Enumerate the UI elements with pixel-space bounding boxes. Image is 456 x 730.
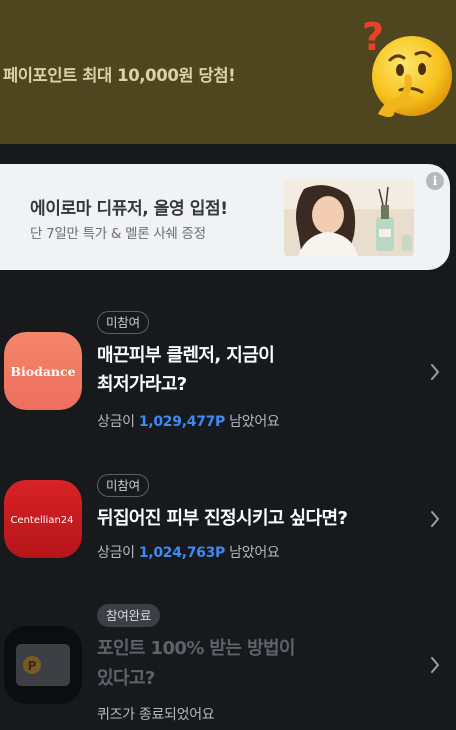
top-promo-banner[interactable]: 페이포인트 최대 10,000원 당첨! ?	[0, 0, 456, 144]
quiz-list-page: 페이포인트 최대 10,000원 당첨! ? 에이로마 디퓨저, 올영 입점! …	[0, 0, 456, 730]
prize-prefix: 상금이	[97, 414, 135, 430]
prize-suffix: 남았어요	[229, 545, 280, 561]
quiz-ended-text: 퀴즈가 종료되었어요	[97, 707, 215, 723]
ad-product-image	[284, 179, 414, 256]
quiz-title-line-1: 포인트 100% 받는 방법이	[97, 638, 295, 659]
prize-amount: 1,024,763P	[138, 545, 225, 561]
participation-status-badge: 참여완료	[97, 604, 161, 627]
promo-banner-text: 페이포인트 최대 10,000원 당첨!	[3, 66, 236, 85]
ad-card[interactable]: 에이로마 디퓨저, 올영 입점! 단 7일만 특가 & 멜론 사쉐 증정 i	[0, 164, 450, 270]
quiz-prize-remaining: 상금이 1,029,477P 남았어요	[97, 411, 280, 431]
chevron-right-icon[interactable]	[428, 509, 442, 529]
quiz-item-centellian[interactable]: Centellian24 미참여 뒤집어진 피부 진정시키고 싶다면? 상금이 …	[0, 468, 456, 598]
participation-status-badge: 미참여	[97, 474, 149, 497]
ad-subtitle: 단 7일만 특가 & 멜론 사쉐 증정	[30, 226, 206, 242]
point-coin-thumbnail: P	[4, 626, 82, 704]
centellian-logo-thumbnail: Centellian24	[4, 480, 82, 558]
prize-suffix: 남았어요	[229, 414, 280, 430]
quiz-item-biodance[interactable]: Biodance 미참여 매끈피부 클렌저, 지금이 최저가라고? 상금이 1,…	[0, 305, 456, 435]
quiz-title-line-1: 매끈피부 클렌저, 지금이	[97, 345, 275, 366]
chevron-right-icon[interactable]	[428, 655, 442, 675]
quiz-title-line-2: 최저가라고?	[97, 374, 187, 395]
biodance-logo-text: Biodance	[10, 364, 75, 379]
chevron-right-icon[interactable]	[428, 362, 442, 382]
quiz-item-point-100[interactable]: P 참여완료 포인트 100% 받는 방법이 있다고? 퀴즈가 종료되었어요	[0, 598, 456, 728]
quiz-prize-remaining: 상금이 1,024,763P 남았어요	[97, 542, 280, 562]
biodance-logo-thumbnail: Biodance	[4, 332, 82, 410]
prize-prefix: 상금이	[97, 545, 135, 561]
thinking-face-icon: ?	[362, 15, 452, 117]
quiz-title-line-1: 뒤집어진 피부 진정시키고 싶다면?	[97, 508, 348, 529]
prize-amount: 1,029,477P	[138, 414, 225, 430]
quiz-title-line-2: 있다고?	[97, 668, 155, 689]
centellian-logo-text: Centellian24	[10, 515, 73, 526]
ad-title: 에이로마 디퓨저, 올영 입점!	[30, 199, 228, 219]
point-coin-letter: P	[28, 659, 37, 673]
participation-status-badge: 미참여	[97, 311, 149, 334]
ad-info-icon[interactable]: i	[426, 172, 444, 190]
